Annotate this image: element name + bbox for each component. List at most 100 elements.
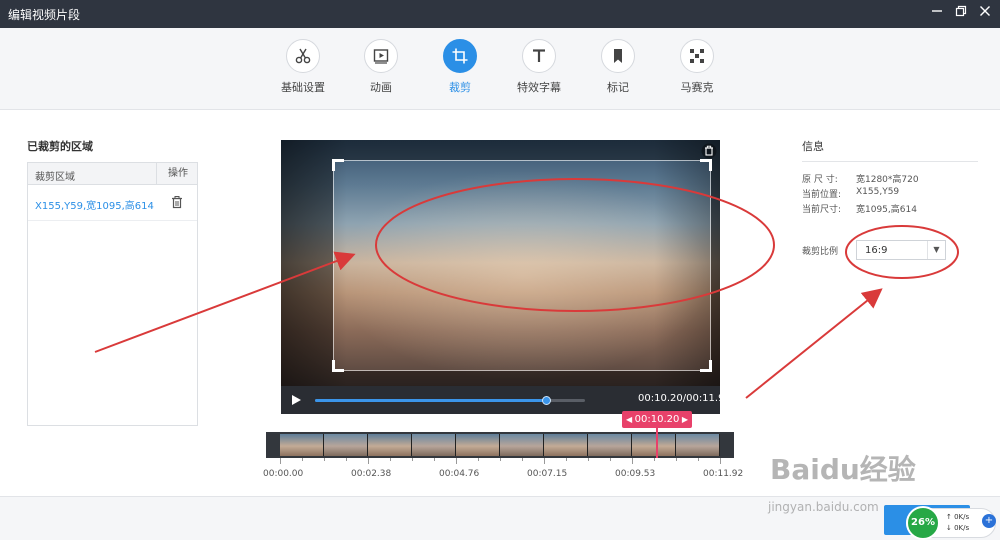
- plus-icon[interactable]: +: [982, 514, 996, 528]
- tool-text-effects[interactable]: 特效字幕: [499, 39, 579, 95]
- timeline-thumbnail: [500, 434, 544, 456]
- timeline-thumbnail: [588, 434, 632, 456]
- cropped-regions-title: 已裁剪的区域: [27, 140, 93, 153]
- timeline-position-marker[interactable]: ◀ 00:10.20 ▶: [622, 411, 692, 428]
- info-title: 信息: [802, 140, 824, 153]
- watermark-brand: Baidu经验: [770, 453, 916, 486]
- delete-region-button[interactable]: [170, 195, 184, 209]
- trash-icon: [701, 143, 717, 159]
- timeline-tick: [280, 458, 281, 464]
- marker-right-arrow-icon[interactable]: ▶: [682, 411, 688, 428]
- tool-mark[interactable]: 标记: [578, 39, 658, 95]
- current-position-label: 当前位置:: [802, 190, 842, 200]
- tool-label: 标记: [607, 81, 629, 94]
- tool-mosaic[interactable]: 马赛克: [657, 39, 737, 95]
- download-speed: ↓ 0K/s: [946, 524, 970, 532]
- original-size-value: 宽1280*高720: [856, 175, 919, 185]
- text-icon: [522, 39, 556, 73]
- trash-icon: [172, 196, 182, 209]
- timeline-tick: [698, 458, 699, 461]
- current-position-value: X155,Y59: [856, 187, 900, 197]
- timeline-filmstrip[interactable]: [266, 432, 734, 458]
- tool-label: 裁剪: [449, 81, 471, 94]
- timeline-tick-label: 00:11.92: [703, 469, 744, 479]
- timeline-tick: [522, 458, 523, 461]
- tool-animation[interactable]: 动画: [341, 39, 421, 95]
- delete-crop-button[interactable]: [701, 143, 717, 159]
- tool-label: 特效字幕: [517, 81, 561, 94]
- marker-left-arrow-icon[interactable]: ◀: [626, 411, 632, 428]
- timeline-tick: [654, 458, 655, 461]
- edit-toolbar: 基础设置 动画 裁剪 特效字幕 标记 马赛克: [0, 28, 1000, 110]
- crop-selection-box[interactable]: [332, 159, 712, 372]
- play-frame-icon: [364, 39, 398, 73]
- crop-ratio-label: 裁剪比例: [802, 247, 839, 257]
- timeline-tick: [500, 458, 501, 461]
- close-button[interactable]: [975, 4, 995, 24]
- window-title: 编辑视频片段: [8, 8, 81, 22]
- scissors-icon: [286, 39, 320, 73]
- annotation-arrow-right: [745, 288, 883, 399]
- timeline-tick: [302, 458, 303, 461]
- cropped-regions-table: 裁剪区域 操作 X155,Y59,宽1095,高614: [27, 162, 198, 426]
- crop-region-value[interactable]: X155,Y59,宽1095,高614: [35, 197, 154, 212]
- current-size-label: 当前尺寸:: [802, 205, 842, 215]
- minimize-button[interactable]: [927, 4, 947, 24]
- chevron-down-icon[interactable]: ▼: [927, 241, 945, 259]
- timeline-ruler: [280, 458, 721, 466]
- crop-handle-top-left[interactable]: [332, 159, 344, 171]
- timeline-tick: [390, 458, 391, 461]
- timeline-tick-label: 00:00.00: [263, 469, 304, 479]
- timeline-tick: [368, 458, 369, 464]
- table-row[interactable]: X155,Y59,宽1095,高614: [28, 185, 197, 221]
- timeline-thumbnail: [456, 434, 500, 456]
- close-icon: [980, 6, 990, 16]
- timeline-tick-label: 00:09.53: [615, 469, 656, 479]
- minimize-icon: [932, 10, 942, 12]
- timeline-tick-label: 00:07.15: [527, 469, 568, 479]
- table-header: 裁剪区域 操作: [28, 163, 197, 185]
- timeline-tick: [676, 458, 677, 461]
- crop-handle-bottom-right[interactable]: [700, 360, 712, 372]
- crop-icon: [443, 39, 477, 73]
- playback-timecode: 00:10.20/00:11.92: [638, 393, 720, 404]
- current-size-value: 宽1095,高614: [856, 205, 917, 215]
- crop-handle-top-right[interactable]: [700, 159, 712, 171]
- timeline-playhead: [656, 428, 658, 458]
- timeline-tick: [412, 458, 413, 461]
- column-header-area: 裁剪区域: [35, 172, 75, 183]
- tool-label: 马赛克: [680, 81, 714, 94]
- timeline-thumbnail: [324, 434, 368, 456]
- timeline-thumbnail: [412, 434, 456, 456]
- player-controls: 00:10.20/00:11.92: [281, 386, 720, 414]
- bookmark-icon: [601, 39, 635, 73]
- baidu-watermark: Baidu经验 jingyan.baidu.com: [762, 440, 942, 520]
- timeline-tick: [720, 458, 721, 464]
- crop-handle-bottom-left[interactable]: [332, 360, 344, 372]
- timeline-tick: [434, 458, 435, 461]
- tool-basic-settings[interactable]: 基础设置: [263, 39, 343, 95]
- maximize-button[interactable]: [951, 4, 971, 24]
- title-bar: 编辑视频片段: [0, 0, 1000, 28]
- playback-progress-bar[interactable]: [315, 396, 585, 405]
- mosaic-icon: [680, 39, 714, 73]
- timeline-tick: [324, 458, 325, 461]
- timeline-tick: [346, 458, 347, 461]
- playback-scrubber-handle[interactable]: [542, 396, 552, 405]
- timeline-thumbnail: [280, 434, 324, 456]
- timeline-tick: [588, 458, 589, 461]
- timeline-tick-label: 00:04.76: [439, 469, 480, 479]
- play-icon: [292, 395, 301, 405]
- video-preview: 00:10.20/00:11.92: [281, 140, 720, 414]
- crop-ratio-select[interactable]: 16:9 ▼: [856, 240, 946, 260]
- timeline-tick-label: 00:02.38: [351, 469, 392, 479]
- play-button[interactable]: [289, 393, 303, 407]
- timeline-tick: [632, 458, 633, 464]
- tool-crop[interactable]: 裁剪: [420, 39, 500, 95]
- upload-speed: ↑ 0K/s: [946, 513, 970, 521]
- timeline-tick: [456, 458, 457, 464]
- timeline-thumbnail: [632, 434, 676, 456]
- tool-label: 动画: [370, 81, 392, 94]
- timeline-tick: [566, 458, 567, 461]
- marker-time: 00:10.20: [634, 414, 680, 425]
